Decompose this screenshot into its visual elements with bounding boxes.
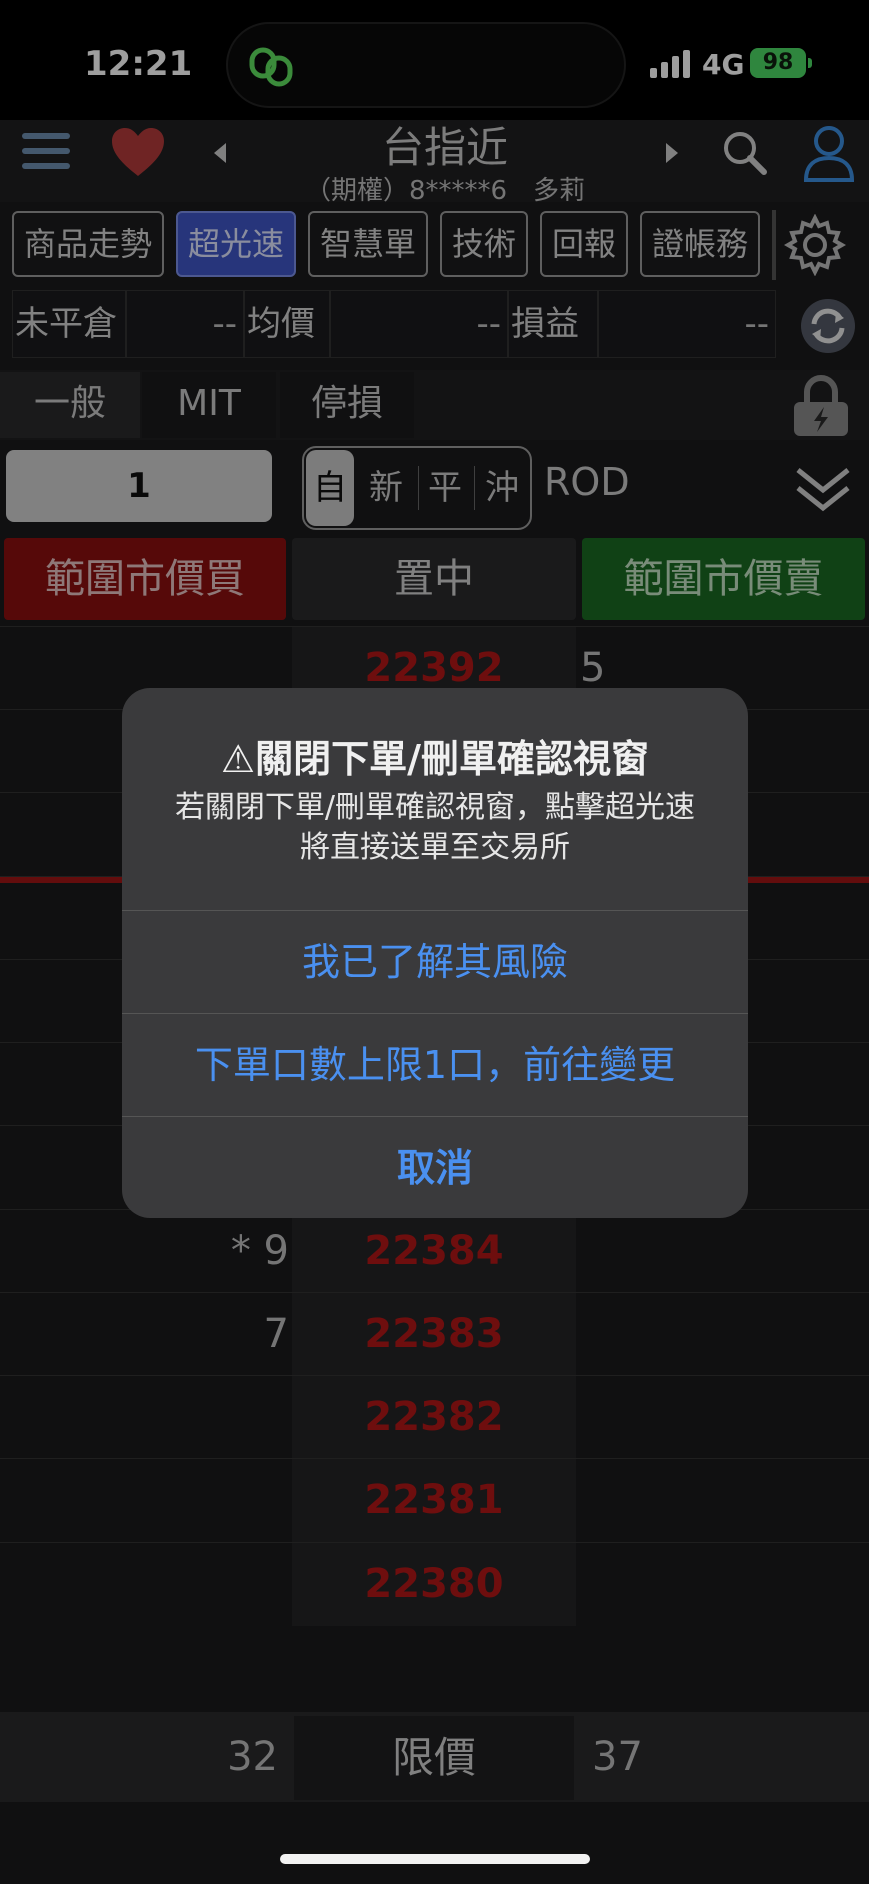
change-order-limit-button[interactable]: 下單口數上限1口，前往變更	[122, 1014, 748, 1116]
dialog-message: 若關閉下單/刪單確認視窗，點擊超光速將直接送單至交易所	[174, 790, 696, 865]
confirm-dialog: ⚠關閉下單/刪單確認視窗 若關閉下單/刪單確認視窗，點擊超光速將直接送單至交易所…	[122, 688, 748, 1218]
dialog-title: ⚠關閉下單/刪單確認視窗	[221, 737, 649, 781]
home-indicator[interactable]	[280, 1854, 590, 1864]
cancel-button[interactable]: 取消	[122, 1117, 748, 1218]
acknowledge-risk-button[interactable]: 我已了解其風險	[122, 911, 748, 1013]
